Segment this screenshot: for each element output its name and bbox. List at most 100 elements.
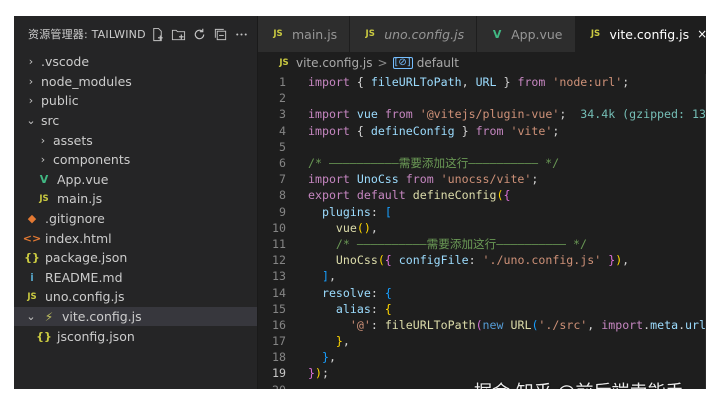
editor-area: JS main.js JS uno.config.js V App.vue JS vite.c… — [258, 16, 706, 389]
tree-item-label: index.html — [45, 230, 112, 246]
line-number: 18 — [272, 350, 286, 365]
chevron-right-icon: › — [40, 133, 46, 147]
git-file-icon: ◆ — [27, 212, 37, 226]
code-text: /* ——————————需要添加这行—————————— */ — [308, 156, 560, 171]
code-text: }); — [308, 366, 329, 381]
html-file-icon: <> — [22, 231, 42, 245]
chevron-right-icon: › — [28, 94, 34, 108]
js-file-icon: JS — [273, 29, 283, 39]
code-line: 14 resolve: { — [258, 284, 706, 300]
js-file-icon: JS — [27, 291, 37, 302]
breadcrumb-file[interactable]: vite.config.js — [296, 56, 372, 70]
tree-item[interactable]: <> index.html — [14, 228, 257, 248]
symbol-icon: [⊘] — [392, 57, 413, 69]
collapse-all-icon[interactable] — [212, 24, 230, 44]
tree-item[interactable]: › node_modules — [14, 72, 257, 92]
code-line: 9 plugins: [ — [258, 204, 706, 220]
tab-label: main.js — [292, 26, 338, 42]
new-folder-icon[interactable] — [170, 24, 188, 44]
line-number: 5 — [279, 139, 286, 154]
tree-item-label: node_modules — [41, 73, 132, 89]
code-line: 8 export default defineConfig({ — [258, 187, 706, 203]
tree-item[interactable]: i README.md — [14, 268, 257, 288]
line-number: 16 — [272, 317, 286, 332]
scrollbar-track[interactable] — [705, 74, 706, 389]
code-editor[interactable]: 1 import { fileURLToPath, URL } from 'nod… — [258, 74, 706, 389]
tree-item[interactable]: ◆ .gitignore — [14, 209, 257, 229]
tree-item[interactable]: ⌄ ⚡ vite.config.js — [14, 306, 257, 327]
code-text: vue(), — [335, 220, 378, 235]
code-text: UnoCss({ configFile: './uno.config.js' }… — [335, 253, 630, 268]
tree-item[interactable]: {} jsconfig.json — [14, 326, 257, 346]
cfg-file-icon: ⚡ — [44, 309, 54, 324]
tree-item-label: components — [53, 152, 131, 168]
line-number: 13 — [272, 269, 286, 284]
tree-item[interactable]: {} package.json — [14, 248, 257, 268]
vue-file-icon: V — [492, 27, 502, 41]
tab-vite-config-js[interactable]: JS vite.config.js × — [575, 16, 706, 52]
tree-item[interactable]: JS main.js — [14, 189, 257, 209]
tree-item-label: .gitignore — [45, 211, 105, 227]
line-number: 10 — [272, 220, 286, 235]
tree-item[interactable]: JS uno.config.js — [14, 287, 257, 307]
code-text: import { defineConfig } from 'vite'; — [308, 123, 560, 138]
line-number: 8 — [279, 188, 286, 203]
tab-main-js[interactable]: JS main.js — [258, 16, 351, 52]
tab-uno-config-js[interactable]: JS uno.config.js — [350, 16, 478, 52]
line-number: 1 — [279, 75, 286, 90]
explorer-title: 资源管理器: TAILWIND — [28, 28, 146, 41]
tree-item[interactable]: › public — [14, 91, 257, 111]
tree-item[interactable]: › .vscode — [14, 52, 257, 72]
editor-tabs: JS main.js JS uno.config.js V App.vue JS vite.c… — [258, 16, 706, 52]
line-number: 2 — [279, 91, 286, 106]
code-text: ], — [321, 269, 336, 284]
explorer-header: 资源管理器: TAILWIND — [14, 16, 257, 52]
code-line: 11 /* ——————————需要添加这行—————————— */ — [258, 236, 706, 252]
line-number: 14 — [272, 285, 286, 300]
tab-app-vue[interactable]: V App.vue — [477, 16, 576, 52]
chevron-right-icon: › — [28, 55, 34, 69]
watermark: 掘金 知乎 @前后端卖能手 — [474, 378, 683, 389]
code-line: 5 — [258, 139, 706, 155]
code-text: resolve: { — [321, 285, 392, 300]
line-number: 4 — [279, 123, 286, 138]
code-line: 16 '@': fileURLToPath(new URL('./src', i… — [258, 317, 706, 333]
code-text: import { fileURLToPath, URL } from 'node… — [308, 75, 630, 90]
code-text: alias: { — [335, 301, 392, 316]
code-text: /* ——————————需要添加这行—————————— */ — [335, 236, 587, 251]
code-line: 13 ], — [258, 268, 706, 284]
chevron-right-icon: › — [40, 153, 46, 167]
breadcrumb-separator: > — [377, 56, 388, 70]
vscode-window: 资源管理器: TAILWIND › .vscode › node_modules › pu… — [14, 16, 706, 389]
code-line: 3 import vue from '@vitejs/plugin-vue'; 3… — [258, 106, 706, 122]
tree-item-label: public — [41, 93, 79, 109]
close-icon[interactable]: × — [697, 27, 706, 41]
js-file-icon: JS — [365, 29, 375, 39]
tree-item-label: uno.config.js — [45, 289, 125, 305]
tree-item[interactable]: ⌄ src — [14, 111, 257, 131]
refresh-icon[interactable] — [191, 24, 209, 44]
breadcrumb-symbol[interactable]: default — [417, 56, 459, 70]
tree-item[interactable]: V App.vue — [14, 170, 257, 190]
tab-label: uno.config.js — [384, 26, 465, 42]
code-text: }, — [335, 334, 350, 349]
line-number: 3 — [279, 107, 286, 122]
code-text: }, — [321, 350, 336, 365]
tree-item[interactable]: › components — [14, 150, 257, 170]
chevron-right-icon: › — [28, 74, 34, 88]
tree-item[interactable]: › assets — [14, 130, 257, 150]
json-file-icon: {} — [36, 329, 52, 343]
tree-item-label: assets — [53, 132, 93, 148]
line-number: 6 — [279, 156, 286, 171]
chevron-down-icon: ⌄ — [26, 114, 36, 128]
code-text: '@': fileURLToPath(new URL('./src', impo… — [349, 317, 706, 332]
code-text: plugins: [ — [321, 204, 392, 219]
more-icon[interactable] — [233, 24, 251, 44]
code-line: 7 import UnoCss from 'unocss/vite'; — [258, 171, 706, 187]
code-line: 10 vue(), — [258, 220, 706, 236]
vue-file-icon: V — [39, 172, 49, 186]
tree-item-label: vite.config.js — [62, 309, 142, 325]
new-file-icon[interactable] — [149, 24, 167, 44]
code-line: 18 }, — [258, 349, 706, 365]
breadcrumb: JS vite.config.js > [⊘] default — [258, 52, 706, 74]
